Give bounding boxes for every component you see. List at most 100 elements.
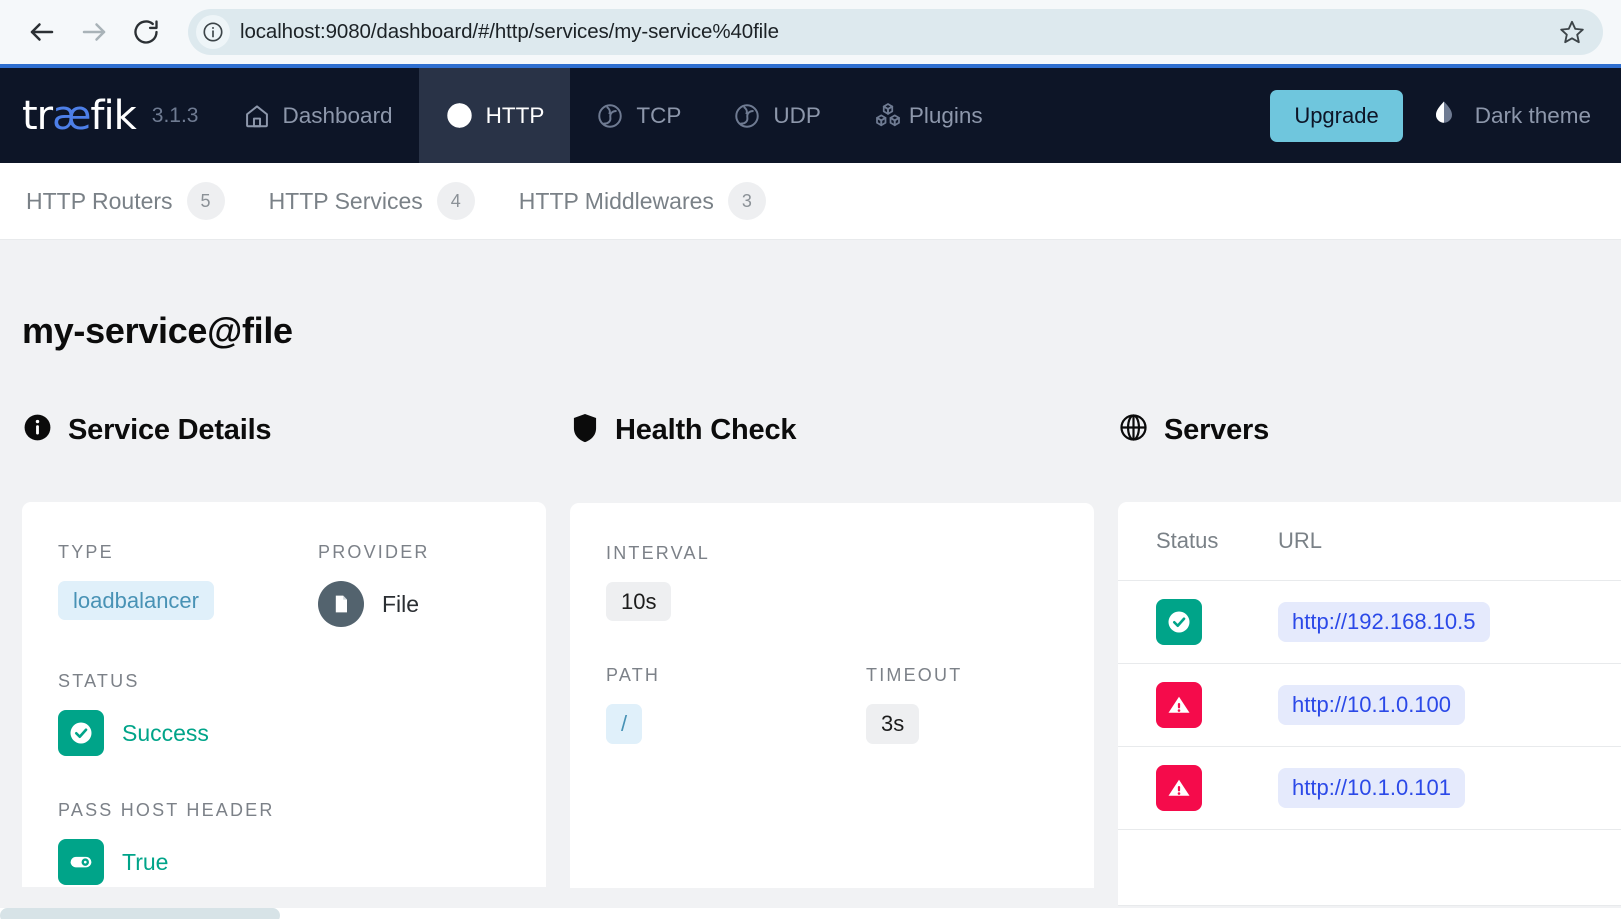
nav-label-udp: UDP <box>773 102 821 128</box>
detail-columns: Service Details TYPE loadbalancer PROVID… <box>0 352 1621 906</box>
interval-label: INTERVAL <box>606 543 710 563</box>
subtab-http-routers[interactable]: HTTP Routers 5 <box>22 174 229 228</box>
globe-icon <box>445 101 474 130</box>
upgrade-button[interactable]: Upgrade <box>1270 89 1403 142</box>
type-label: TYPE <box>58 542 114 562</box>
nav-right-actions: Upgrade Dark theme <box>1270 68 1621 163</box>
row-url-cell: http://10.1.0.101 <box>1278 746 1621 830</box>
forward-button[interactable] <box>70 8 118 56</box>
nav-item-tcp[interactable]: TCP <box>570 68 707 163</box>
table-row-empty <box>1118 829 1621 906</box>
type-provider-row: TYPE loadbalancer PROVIDER File <box>58 542 510 627</box>
nav-item-udp[interactable]: UDP <box>707 68 847 163</box>
forward-arrow-icon <box>79 17 109 47</box>
row-url-cell: http://10.1.0.100 <box>1278 663 1621 747</box>
servers-table: Status URL http://192.168.10.5 http://10… <box>1118 502 1621 906</box>
pass-host-header-field: PASS HOST HEADER True <box>58 800 510 885</box>
nav-items: Dashboard HTTP TCP UDP Plugins <box>217 68 1009 163</box>
horizontal-scrollbar-track[interactable] <box>0 908 1621 919</box>
url-text[interactable]: localhost:9080/dashboard/#/http/services… <box>240 20 1545 44</box>
timeout-label: TIMEOUT <box>866 665 963 686</box>
check-circle-icon <box>58 710 104 756</box>
provider-value: File <box>318 581 578 627</box>
swoosh-icon <box>733 102 761 130</box>
pass-host-header-text: True <box>122 848 169 875</box>
warning-triangle-icon <box>1156 765 1202 811</box>
subtab-http-middlewares[interactable]: HTTP Middlewares 3 <box>515 174 770 228</box>
shield-icon <box>570 412 600 449</box>
subtab-label: HTTP Services <box>268 187 423 214</box>
subtab-label: HTTP Routers <box>26 187 173 214</box>
logo-ae-ligature: æ <box>52 92 91 139</box>
health-check-heading: Health Check <box>570 412 1094 449</box>
row-status-cell <box>1118 746 1278 830</box>
horizontal-scrollbar-thumb[interactable] <box>0 908 280 919</box>
nav-label-tcp: TCP <box>636 102 682 128</box>
column-header-status[interactable]: Status <box>1118 502 1278 581</box>
version-label: 3.1.3 <box>151 103 199 127</box>
subtab-count-badge: 4 <box>436 182 475 220</box>
nav-item-dashboard[interactable]: Dashboard <box>217 68 419 163</box>
home-icon <box>243 102 271 130</box>
pass-host-header-value: True <box>58 839 510 885</box>
path-label: PATH <box>606 665 661 686</box>
logo-suffix: fik <box>90 92 136 139</box>
traefik-top-nav: træfik 3.1.3 Dashboard HTTP TCP UDP Plug… <box>0 68 1621 163</box>
status-label: STATUS <box>58 671 140 691</box>
nav-item-plugins[interactable]: Plugins <box>847 68 1009 163</box>
empty-url-cell <box>1278 829 1621 906</box>
row-status-cell <box>1118 580 1278 664</box>
back-button[interactable] <box>18 8 66 56</box>
traefik-wordmark: træfik <box>22 92 137 139</box>
health-check-card: INTERVAL 10s PATH / TIMEOUT 3s <box>570 503 1094 888</box>
server-url-link[interactable]: http://192.168.10.5 <box>1278 602 1490 642</box>
nav-label-plugins: Plugins <box>908 102 983 128</box>
status-value: Success <box>58 710 510 756</box>
dark-theme-label: Dark theme <box>1474 102 1591 128</box>
dark-theme-toggle[interactable]: Dark theme <box>1429 98 1591 134</box>
status-text: Success <box>122 719 209 746</box>
servers-heading: Servers <box>1118 412 1621 448</box>
cubes-icon <box>873 101 903 131</box>
nav-label-dashboard: Dashboard <box>282 102 393 128</box>
brand-logo[interactable]: træfik 3.1.3 <box>22 68 217 163</box>
path-value-chip: / <box>606 704 643 744</box>
row-url-cell: http://192.168.10.5 <box>1278 580 1621 664</box>
type-field: TYPE loadbalancer <box>58 542 318 627</box>
server-url-link[interactable]: http://10.1.0.100 <box>1278 685 1466 725</box>
subtab-count-badge: 3 <box>727 182 766 220</box>
path-field: PATH / <box>606 665 866 744</box>
subtab-count-badge: 5 <box>186 182 225 220</box>
subtab-http-services[interactable]: HTTP Services 4 <box>265 174 479 228</box>
row-status-cell <box>1118 663 1278 747</box>
service-detail-page: my-service@file Service Details TYPE loa… <box>0 240 1621 919</box>
status-field: STATUS Success <box>58 671 510 756</box>
reload-button[interactable] <box>122 8 170 56</box>
star-icon[interactable] <box>1555 15 1589 49</box>
section-title: Service Details <box>68 413 272 446</box>
server-url-link[interactable]: http://10.1.0.101 <box>1278 768 1466 808</box>
site-info-icon[interactable] <box>196 15 230 49</box>
servers-table-head: Status URL <box>1118 502 1621 581</box>
servers-table-body: http://192.168.10.5 http://10.1.0.100 ht… <box>1118 580 1621 906</box>
provider-field: PROVIDER File <box>318 542 578 627</box>
interval-value-chip: 10s <box>606 582 672 622</box>
table-row[interactable]: http://192.168.10.5 <box>1118 580 1621 664</box>
globe-icon <box>1118 412 1149 448</box>
file-icon <box>318 581 364 627</box>
servers-column: Servers Status URL http://192.168.10.5 h… <box>1118 412 1621 906</box>
page-title: my-service@file <box>22 310 293 351</box>
table-row[interactable]: http://10.1.0.101 <box>1118 746 1621 830</box>
nav-item-http[interactable]: HTTP <box>418 68 571 163</box>
section-title: Servers <box>1164 413 1270 446</box>
address-bar[interactable]: localhost:9080/dashboard/#/http/services… <box>188 9 1603 55</box>
droplet-half-icon <box>1429 98 1459 134</box>
logo-prefix: tr <box>22 92 53 139</box>
column-header-url[interactable]: URL <box>1278 502 1621 581</box>
table-row[interactable]: http://10.1.0.100 <box>1118 663 1621 747</box>
check-circle-icon <box>1156 599 1202 645</box>
subtab-label: HTTP Middlewares <box>518 187 714 214</box>
browser-toolbar: localhost:9080/dashboard/#/http/services… <box>0 0 1621 64</box>
empty-status-cell <box>1118 829 1278 906</box>
pass-host-header-label: PASS HOST HEADER <box>58 800 275 820</box>
